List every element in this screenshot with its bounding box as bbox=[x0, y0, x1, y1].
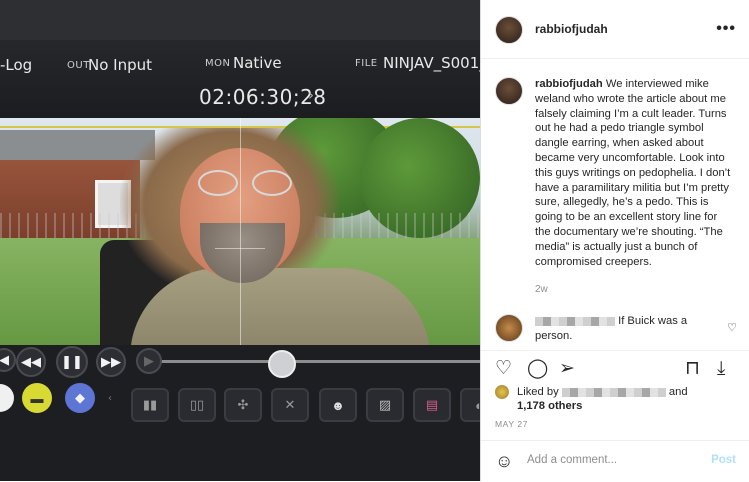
liker-avatar[interactable] bbox=[495, 385, 509, 399]
paper-plane-icon[interactable]: ➢ bbox=[559, 359, 575, 379]
mon-value: Native bbox=[233, 54, 282, 72]
chevron-left-icon[interactable]: ‹ bbox=[108, 393, 113, 404]
others-count[interactable]: 1,178 others bbox=[517, 399, 582, 413]
liked-by-prefix: Liked by bbox=[517, 386, 559, 398]
pause-icon[interactable]: ❚❚ bbox=[56, 346, 88, 378]
comment-icon[interactable]: ◯ bbox=[527, 359, 548, 379]
post-photo[interactable]: -Log OUT No Input MON Native FILE NINJAV… bbox=[0, 0, 480, 481]
more-horizontal-icon[interactable]: ••• bbox=[716, 20, 736, 38]
photo-scene bbox=[0, 118, 480, 368]
post-header: rabbiofjudah ••• bbox=[481, 0, 749, 59]
waveform-tool-icon[interactable]: ▮▮ bbox=[131, 388, 169, 422]
action-bar: ♡ ◯ ➢ ⊓ ⤓ bbox=[481, 350, 749, 387]
add-comment-input[interactable]: Add a comment... bbox=[527, 454, 617, 466]
record-icon[interactable]: ▬ bbox=[22, 383, 52, 413]
mon-label: MON bbox=[205, 58, 231, 69]
liker-username[interactable] bbox=[561, 387, 666, 397]
author-avatar[interactable] bbox=[495, 16, 523, 44]
commenter-avatar[interactable] bbox=[495, 314, 523, 342]
out-value: No Input bbox=[88, 56, 153, 74]
tag-icon[interactable]: ◆ bbox=[65, 383, 95, 413]
commenter-username[interactable] bbox=[535, 316, 615, 326]
scrub-track[interactable] bbox=[150, 360, 480, 363]
add-comment-bar: ☺ Add a comment... Post bbox=[481, 440, 749, 482]
file-value: NINJAV_S001_ bbox=[383, 54, 480, 72]
scrub-handle[interactable] bbox=[268, 350, 296, 378]
bookmark-icon[interactable]: ⊓ bbox=[685, 359, 700, 379]
caption-username[interactable]: rabbiofjudah bbox=[535, 78, 603, 90]
more-tools-icon[interactable]: ◐ bbox=[460, 388, 480, 422]
comment-body: If Buick was a person. bbox=[535, 314, 725, 344]
caption-text: We interviewed mike weland who wrote the… bbox=[535, 78, 731, 268]
fast-forward-icon[interactable]: ▶▶ bbox=[96, 347, 126, 377]
focus-peaking-icon[interactable]: ✣ bbox=[224, 388, 262, 422]
liked-by-and: and bbox=[668, 386, 688, 398]
heart-icon[interactable]: ♡ bbox=[495, 359, 512, 379]
comment-like-icon[interactable]: ♡ bbox=[727, 321, 737, 334]
author-username[interactable]: rabbiofjudah bbox=[535, 22, 608, 36]
face-detect-icon[interactable]: ☻ bbox=[319, 388, 357, 422]
caption-avatar[interactable] bbox=[495, 77, 523, 105]
next-icon[interactable]: ▶ bbox=[136, 348, 162, 374]
download-icon[interactable]: ⤓ bbox=[717, 359, 725, 379]
out-label: OUT bbox=[67, 60, 90, 71]
zebra-icon[interactable]: ▨ bbox=[366, 388, 404, 422]
grid-guide-icon[interactable]: ✕ bbox=[271, 388, 309, 422]
post-age[interactable]: 2w bbox=[535, 284, 548, 295]
post-caption: rabbiofjudah We interviewed mike weland … bbox=[535, 77, 735, 269]
emoji-icon[interactable]: ☺ bbox=[495, 451, 513, 472]
timecode-arrow-icon: › bbox=[308, 86, 314, 104]
false-color-icon[interactable]: ▤ bbox=[413, 388, 451, 422]
post-sidebar: rabbiofjudah ••• rabbiofjudah We intervi… bbox=[480, 0, 749, 481]
post-button[interactable]: Post bbox=[711, 454, 736, 466]
rewind-icon[interactable]: ◀◀ bbox=[16, 347, 46, 377]
post-date[interactable]: MAY 27 bbox=[495, 419, 528, 429]
log-label: -Log bbox=[0, 56, 33, 74]
file-label: FILE bbox=[355, 58, 378, 69]
histogram-tool-icon[interactable]: ▯▯ bbox=[178, 388, 216, 422]
